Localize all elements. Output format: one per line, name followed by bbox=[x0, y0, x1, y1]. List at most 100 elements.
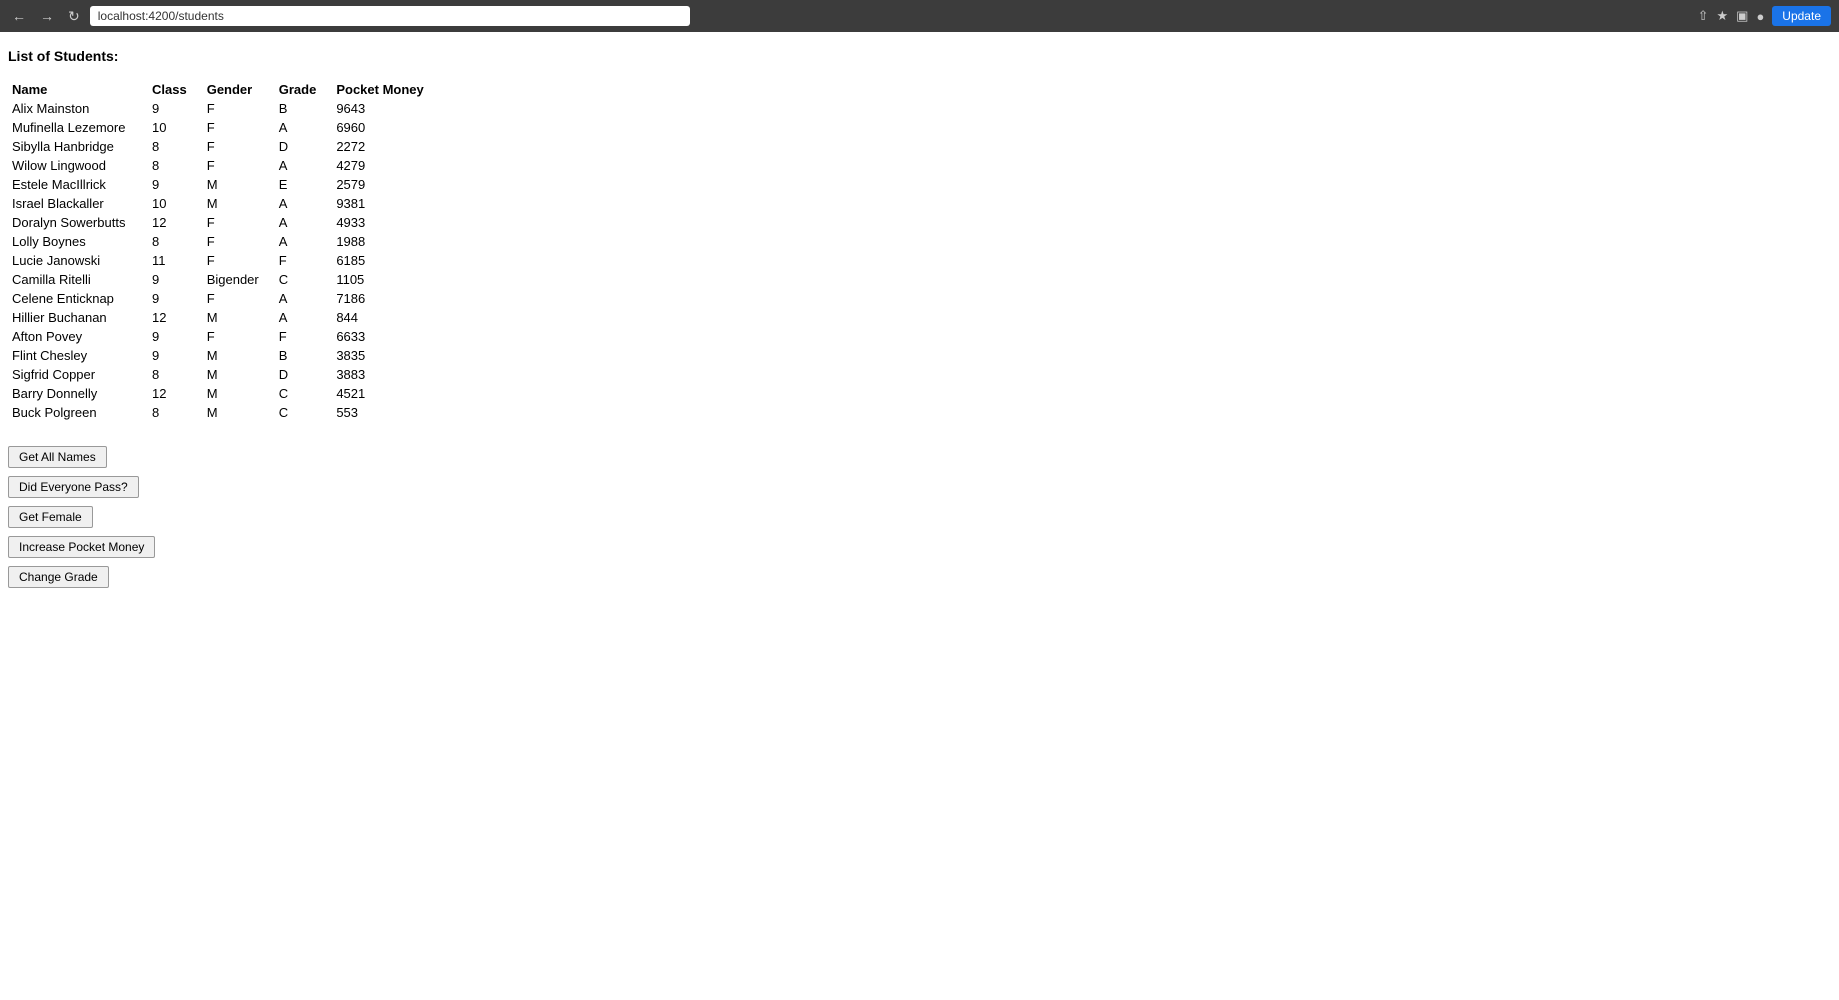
cell-pocket_money: 844 bbox=[332, 308, 439, 327]
cell-name: Doralyn Sowerbutts bbox=[8, 213, 148, 232]
increase-pocket-money-button[interactable]: Increase Pocket Money bbox=[8, 536, 155, 558]
browser-actions: ⇧ ★ ▣ ● Update bbox=[1698, 6, 1831, 26]
cell-gender: Bigender bbox=[203, 270, 275, 289]
page-title: List of Students: bbox=[8, 48, 1831, 64]
cell-gender: F bbox=[203, 137, 275, 156]
table-row: Camilla Ritelli9BigenderC1105 bbox=[8, 270, 440, 289]
cell-name: Mufinella Lezemore bbox=[8, 118, 148, 137]
browser-chrome: ← → ↻ localhost:4200/students ⇧ ★ ▣ ● Up… bbox=[0, 0, 1839, 32]
col-header-name: Name bbox=[8, 80, 148, 99]
cell-grade: A bbox=[275, 156, 333, 175]
cell-pocket_money: 6633 bbox=[332, 327, 439, 346]
col-header-pocket-money: Pocket Money bbox=[332, 80, 439, 99]
cell-grade: A bbox=[275, 308, 333, 327]
table-row: Sibylla Hanbridge8FD2272 bbox=[8, 137, 440, 156]
cell-name: Afton Povey bbox=[8, 327, 148, 346]
cell-grade: D bbox=[275, 365, 333, 384]
table-row: Doralyn Sowerbutts12FA4933 bbox=[8, 213, 440, 232]
cell-pocket_money: 9381 bbox=[332, 194, 439, 213]
cell-gender: M bbox=[203, 384, 275, 403]
table-row: Sigfrid Copper8MD3883 bbox=[8, 365, 440, 384]
bookmark-icon: ★ bbox=[1716, 8, 1728, 24]
cell-grade: B bbox=[275, 346, 333, 365]
cell-pocket_money: 7186 bbox=[332, 289, 439, 308]
cell-grade: D bbox=[275, 137, 333, 156]
cell-class: 10 bbox=[148, 194, 203, 213]
profile-icon: ● bbox=[1756, 9, 1764, 24]
cell-pocket_money: 4933 bbox=[332, 213, 439, 232]
cell-grade: C bbox=[275, 384, 333, 403]
col-header-gender: Gender bbox=[203, 80, 275, 99]
table-row: Mufinella Lezemore10FA6960 bbox=[8, 118, 440, 137]
cell-name: Lolly Boynes bbox=[8, 232, 148, 251]
col-header-class: Class bbox=[148, 80, 203, 99]
cell-pocket_money: 4521 bbox=[332, 384, 439, 403]
back-button[interactable]: ← bbox=[8, 6, 30, 26]
cell-gender: F bbox=[203, 289, 275, 308]
cell-grade: C bbox=[275, 270, 333, 289]
cell-name: Celene Enticknap bbox=[8, 289, 148, 308]
cell-class: 12 bbox=[148, 213, 203, 232]
cell-class: 9 bbox=[148, 327, 203, 346]
cell-grade: A bbox=[275, 213, 333, 232]
cell-name: Wilow Lingwood bbox=[8, 156, 148, 175]
col-header-grade: Grade bbox=[275, 80, 333, 99]
reload-button[interactable]: ↻ bbox=[64, 6, 84, 27]
cell-class: 8 bbox=[148, 156, 203, 175]
cell-class: 12 bbox=[148, 384, 203, 403]
cell-gender: F bbox=[203, 118, 275, 137]
table-row: Celene Enticknap9FA7186 bbox=[8, 289, 440, 308]
cell-name: Camilla Ritelli bbox=[8, 270, 148, 289]
cell-name: Sigfrid Copper bbox=[8, 365, 148, 384]
table-row: Afton Povey9FF6633 bbox=[8, 327, 440, 346]
cell-class: 9 bbox=[148, 270, 203, 289]
share-icon: ⇧ bbox=[1698, 8, 1709, 24]
cell-pocket_money: 6960 bbox=[332, 118, 439, 137]
table-row: Hillier Buchanan12MA844 bbox=[8, 308, 440, 327]
cell-name: Buck Polgreen bbox=[8, 403, 148, 422]
cell-gender: F bbox=[203, 327, 275, 346]
cell-class: 8 bbox=[148, 137, 203, 156]
cell-class: 8 bbox=[148, 403, 203, 422]
cell-class: 9 bbox=[148, 175, 203, 194]
cell-class: 9 bbox=[148, 99, 203, 118]
cell-grade: B bbox=[275, 99, 333, 118]
table-row: Buck Polgreen8MC553 bbox=[8, 403, 440, 422]
get-female-button[interactable]: Get Female bbox=[8, 506, 93, 528]
cell-pocket_money: 1105 bbox=[332, 270, 439, 289]
cell-name: Hillier Buchanan bbox=[8, 308, 148, 327]
cell-pocket_money: 6185 bbox=[332, 251, 439, 270]
update-button[interactable]: Update bbox=[1772, 6, 1831, 26]
table-row: Israel Blackaller10MA9381 bbox=[8, 194, 440, 213]
cell-grade: A bbox=[275, 232, 333, 251]
address-bar[interactable]: localhost:4200/students bbox=[90, 6, 690, 26]
cell-gender: F bbox=[203, 251, 275, 270]
cell-class: 9 bbox=[148, 346, 203, 365]
extensions-icon: ▣ bbox=[1736, 8, 1748, 24]
cell-name: Lucie Janowski bbox=[8, 251, 148, 270]
cell-name: Estele MacIllrick bbox=[8, 175, 148, 194]
get-all-names-button[interactable]: Get All Names bbox=[8, 446, 107, 468]
cell-name: Flint Chesley bbox=[8, 346, 148, 365]
cell-gender: F bbox=[203, 156, 275, 175]
table-row: Estele MacIllrick9ME2579 bbox=[8, 175, 440, 194]
cell-name: Alix Mainston bbox=[8, 99, 148, 118]
cell-class: 8 bbox=[148, 365, 203, 384]
cell-gender: M bbox=[203, 194, 275, 213]
change-grade-button[interactable]: Change Grade bbox=[8, 566, 109, 588]
cell-pocket_money: 3883 bbox=[332, 365, 439, 384]
cell-pocket_money: 2272 bbox=[332, 137, 439, 156]
forward-button[interactable]: → bbox=[36, 6, 58, 26]
page-content: List of Students: Name Class Gender Grad… bbox=[0, 32, 1839, 604]
cell-gender: M bbox=[203, 346, 275, 365]
cell-gender: F bbox=[203, 99, 275, 118]
cell-class: 9 bbox=[148, 289, 203, 308]
cell-pocket_money: 553 bbox=[332, 403, 439, 422]
cell-grade: C bbox=[275, 403, 333, 422]
cell-gender: F bbox=[203, 232, 275, 251]
students-table: Name Class Gender Grade Pocket Money Ali… bbox=[8, 80, 440, 422]
table-header-row: Name Class Gender Grade Pocket Money bbox=[8, 80, 440, 99]
cell-pocket_money: 3835 bbox=[332, 346, 439, 365]
did-everyone-pass-button[interactable]: Did Everyone Pass? bbox=[8, 476, 139, 498]
table-row: Alix Mainston9FB9643 bbox=[8, 99, 440, 118]
